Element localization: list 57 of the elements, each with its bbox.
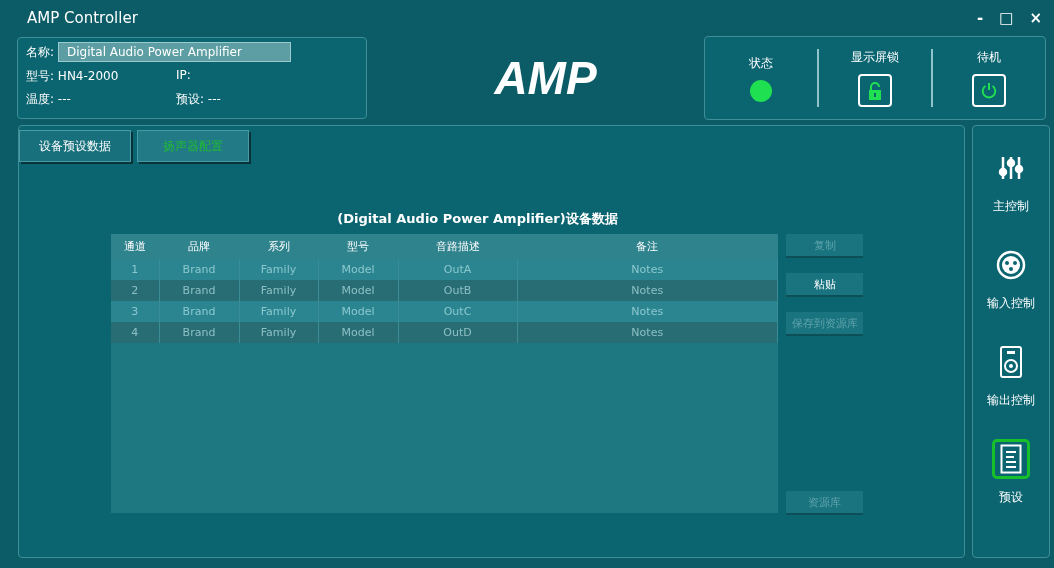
table-cell: OutB bbox=[398, 280, 517, 301]
table-cell: OutC bbox=[398, 301, 517, 322]
table-cell: Notes bbox=[517, 322, 778, 343]
table-cell: Brand bbox=[159, 322, 239, 343]
document-icon bbox=[1000, 444, 1022, 474]
power-button[interactable] bbox=[972, 74, 1006, 107]
table-cell: Family bbox=[239, 280, 318, 301]
tab[interactable]: 设备预设数据 bbox=[19, 130, 131, 162]
sidebar-item[interactable]: 输入控制 bbox=[987, 245, 1035, 312]
table-cell: 1 bbox=[111, 259, 159, 280]
window-control[interactable]: × bbox=[1029, 8, 1042, 27]
table-cell: 2 bbox=[111, 280, 159, 301]
column-header: 备注 bbox=[517, 234, 778, 259]
speaker-icon bbox=[999, 345, 1023, 379]
sliders-icon bbox=[998, 155, 1024, 181]
action-button[interactable]: 粘贴 bbox=[786, 273, 863, 295]
power-icon bbox=[980, 80, 998, 101]
table-cell: Brand bbox=[159, 259, 239, 280]
table-cell: Family bbox=[239, 322, 318, 343]
info-text: 预设: --- bbox=[176, 91, 222, 108]
table-cell: OutA bbox=[398, 259, 517, 280]
connector-icon bbox=[996, 250, 1026, 280]
field-label: 名称: bbox=[26, 43, 55, 61]
table-cell: Family bbox=[239, 301, 318, 322]
table-cell: Notes bbox=[517, 280, 778, 301]
table-cell: Model bbox=[318, 322, 398, 343]
window-title: AMP Controller bbox=[27, 8, 138, 27]
logo-text: AMP bbox=[492, 51, 598, 105]
sidebar-item[interactable]: 输出控制 bbox=[987, 342, 1035, 409]
table-cell: OutD bbox=[398, 322, 517, 343]
table-title: (Digital Audio Power Amplifier)设备数据 bbox=[336, 210, 619, 228]
window-control[interactable]: □ bbox=[999, 8, 1014, 27]
table-cell: Notes bbox=[517, 301, 778, 322]
table-cell: 3 bbox=[111, 301, 159, 322]
column-header: 系列 bbox=[239, 234, 318, 259]
table-cell: Brand bbox=[159, 301, 239, 322]
field-label: IP: bbox=[176, 68, 192, 84]
column-header: 音路描述 bbox=[398, 234, 517, 259]
lock-label: 显示屏锁 bbox=[851, 49, 899, 66]
column-header: 通道 bbox=[111, 234, 159, 259]
table-cell: Notes bbox=[517, 259, 778, 280]
table-cell: Model bbox=[318, 280, 398, 301]
status-label: 状态 bbox=[749, 54, 773, 72]
column-header: 品牌 bbox=[159, 234, 239, 259]
lock-button[interactable] bbox=[858, 74, 892, 107]
info-text: 型号: HN4-2000 bbox=[26, 68, 120, 85]
column-header: 型号 bbox=[318, 234, 398, 259]
table-cell: Brand bbox=[159, 280, 239, 301]
table-cell: Family bbox=[239, 259, 318, 280]
window-control[interactable]: - bbox=[977, 8, 984, 27]
standby-label: 待机 bbox=[977, 49, 1001, 66]
unlocked-padlock-icon bbox=[868, 81, 882, 100]
table-cell: 4 bbox=[111, 322, 159, 343]
table-cell: Model bbox=[318, 259, 398, 280]
table-cell: Model bbox=[318, 301, 398, 322]
sidebar-item[interactable]: 主控制 bbox=[992, 148, 1030, 215]
info-text: 温度: --- bbox=[26, 91, 72, 108]
